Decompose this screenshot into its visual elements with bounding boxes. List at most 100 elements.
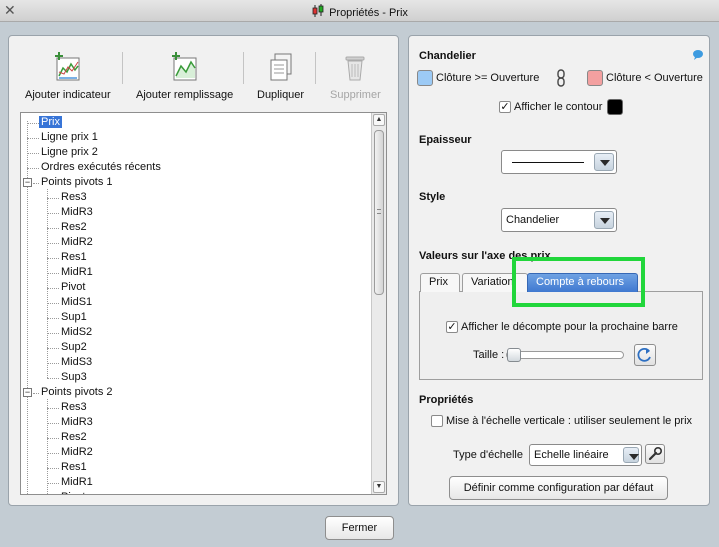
scroll-thumb[interactable] (374, 130, 384, 295)
tree-connector (27, 153, 39, 154)
thickness-title: Epaisseur (419, 134, 472, 146)
chevron-down-icon[interactable] (594, 153, 614, 171)
tab-countdown[interactable]: Compte à rebours (527, 273, 638, 292)
tree-item[interactable]: Res2 (59, 220, 89, 235)
style-dropdown[interactable]: Chandelier (501, 208, 617, 232)
tree-item[interactable]: MidR1 (59, 265, 95, 280)
down-color-swatch[interactable] (587, 70, 603, 86)
chevron-down-icon[interactable] (594, 211, 614, 229)
tree-connector (47, 288, 59, 289)
toolbar-divider (243, 52, 244, 84)
thickness-dropdown[interactable] (501, 150, 617, 174)
tree-item[interactable]: Sup3 (59, 370, 89, 385)
countdown-checkbox[interactable]: ✓ (446, 321, 458, 333)
add-indicator-button[interactable]: Ajouter indicateur (25, 52, 111, 101)
tree-item[interactable]: MidR3 (59, 205, 95, 220)
checkmark-icon: ✓ (447, 321, 457, 333)
tree-scrollbar[interactable]: ▲ ▼ (371, 113, 386, 494)
tab-variation-label: Variation (471, 276, 514, 288)
wrench-icon (648, 446, 663, 461)
scroll-up-arrow[interactable]: ▲ (373, 114, 385, 126)
tree-item[interactable]: Ligne prix 1 (39, 130, 100, 145)
chevron-down-icon[interactable] (623, 447, 639, 463)
tree-item[interactable]: MidR3 (59, 415, 95, 430)
scale-price-only-checkbox[interactable] (431, 415, 443, 427)
set-default-button[interactable]: Définir comme configuration par défaut (449, 476, 668, 500)
tree-group[interactable]: Points pivots 1 (39, 175, 115, 190)
tree-connector (47, 198, 59, 199)
tree-item-label: MidR3 (61, 416, 93, 428)
add-fill-icon (136, 52, 233, 85)
tree-connector (47, 213, 59, 214)
up-color-swatch[interactable] (417, 70, 433, 86)
help-bubble-icon[interactable] (692, 49, 704, 64)
tree-group[interactable]: Points pivots 2 (39, 385, 115, 400)
scale-type-dropdown[interactable]: Echelle linéaire (529, 444, 642, 466)
tree-connector (47, 258, 59, 259)
reset-icon (637, 347, 651, 362)
set-default-label: Définir comme configuration par défaut (463, 482, 654, 494)
tab-variation[interactable]: Variation (462, 273, 528, 292)
candle-section-title: Chandelier (419, 50, 476, 62)
reset-button[interactable] (634, 344, 656, 366)
tree-item-label: Ligne prix 2 (41, 146, 98, 158)
down-color-label: Clôture < Ouverture (606, 72, 703, 84)
collapse-toggle-icon[interactable]: − (23, 388, 32, 397)
scroll-grip-icon (377, 209, 381, 214)
link-chain-icon[interactable] (556, 69, 566, 90)
tree-connector (47, 348, 59, 349)
tree-item-label: MidR3 (61, 206, 93, 218)
outline-color-swatch[interactable] (607, 99, 623, 115)
tree-item[interactable]: Sup2 (59, 340, 89, 355)
tree-item-label: Prix (39, 116, 62, 128)
tree-item[interactable]: Pivot (59, 280, 87, 295)
add-fill-button[interactable]: Ajouter remplissage (136, 52, 233, 101)
tree-item-label: Res2 (61, 431, 87, 443)
size-label: Taille : (473, 349, 505, 361)
tree-item[interactable]: MidS1 (59, 295, 94, 310)
delete-button[interactable]: Supprimer (330, 52, 381, 101)
tree-item[interactable]: MidR1 (59, 475, 95, 490)
tree-item[interactable]: Res2 (59, 430, 89, 445)
window-title-wrap: Propriétés - Prix (0, 4, 719, 21)
tree-item[interactable]: Res1 (59, 250, 89, 265)
tree-connector (47, 483, 59, 484)
tree-item-label: Sup1 (61, 311, 87, 323)
tree-item[interactable]: MidS3 (59, 355, 94, 370)
style-value: Chandelier (506, 214, 560, 226)
tab-price[interactable]: Prix (420, 273, 460, 292)
tree-item[interactable]: Res3 (59, 400, 89, 415)
tree-item[interactable]: Res1 (59, 460, 89, 475)
tree-item-label: Sup2 (61, 341, 87, 353)
tree-item[interactable]: Ordres exécutés récents (39, 160, 163, 175)
delete-label: Supprimer (330, 89, 381, 101)
size-slider-thumb[interactable] (507, 348, 521, 362)
scale-settings-button[interactable] (645, 444, 665, 464)
tree-item[interactable]: MidR2 (59, 235, 95, 250)
tree-connector (47, 333, 59, 334)
tree-item-label: Pivot (61, 281, 86, 293)
item-tree[interactable]: Prix Ligne prix 1 Ligne prix 2 Ordres exécu… (20, 112, 387, 495)
tree-connector (47, 378, 59, 379)
tree-item-label: MidS3 (61, 356, 93, 368)
tree-item[interactable]: MidR2 (59, 445, 95, 460)
tree-connector (27, 168, 39, 169)
tree-item[interactable]: MidS2 (59, 325, 94, 340)
tree-item-label: Res1 (61, 251, 87, 263)
collapse-toggle-icon[interactable]: − (23, 178, 32, 187)
size-slider-track[interactable] (506, 351, 624, 359)
tree-item[interactable]: Sup1 (59, 310, 89, 325)
tree-item[interactable]: Pivot (59, 490, 87, 494)
tree-connector (27, 138, 39, 139)
tree-item-label: Ordres exécutés récents (41, 161, 161, 173)
tree-item-label: Points pivots 1 (41, 176, 113, 188)
tree-item-label: Ligne prix 1 (41, 131, 98, 143)
outline-checkbox[interactable]: ✓ (499, 101, 511, 113)
tree-item[interactable]: Res3 (59, 190, 89, 205)
tree-item[interactable]: Prix (39, 115, 62, 130)
candlestick-icon (311, 4, 325, 21)
scroll-down-arrow[interactable]: ▼ (373, 481, 385, 493)
duplicate-button[interactable]: Dupliquer (257, 52, 304, 101)
close-button[interactable]: Fermer (325, 516, 394, 540)
tree-item[interactable]: Ligne prix 2 (39, 145, 100, 160)
